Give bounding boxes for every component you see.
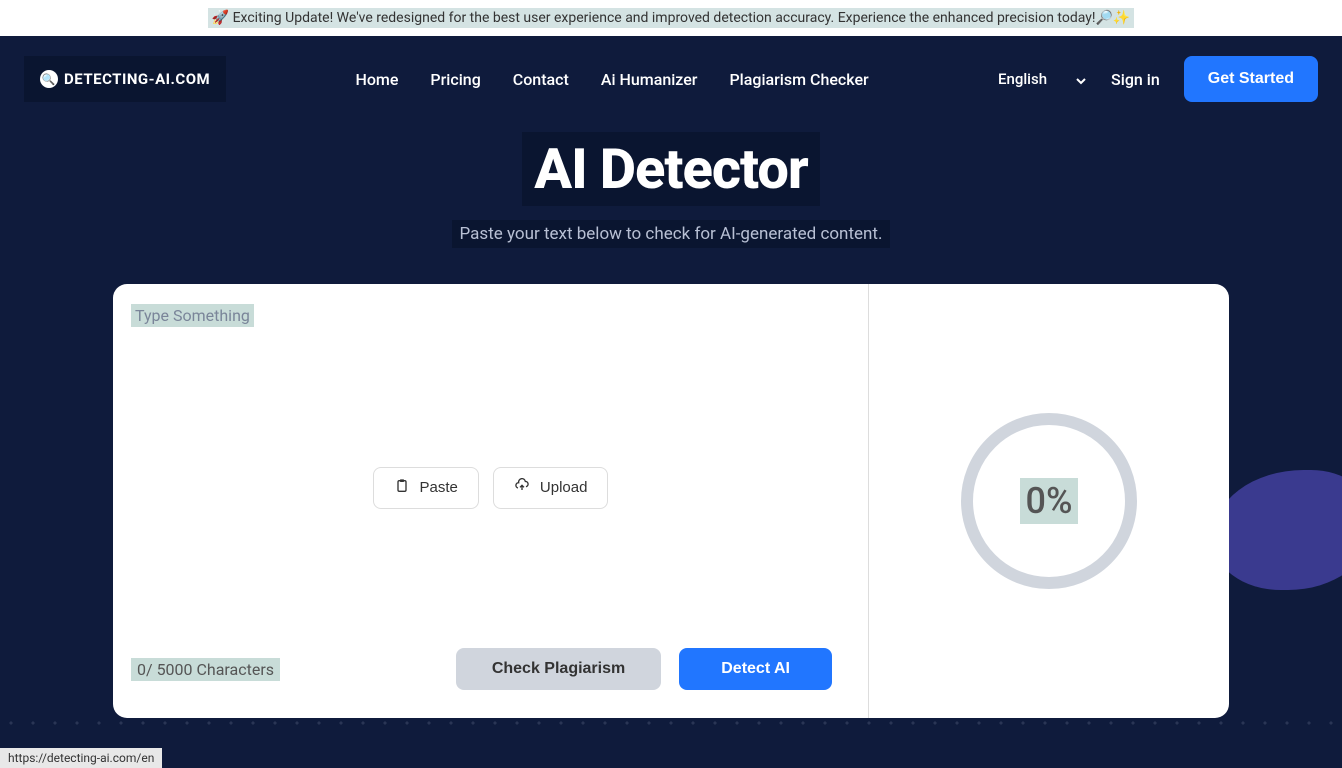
header: 🔍 DETECTING-AI.COM Home Pricing Contact … <box>0 36 1342 122</box>
editor-panel: Type Something Paste Upload 0/ 5000 Char… <box>113 284 869 718</box>
get-started-button[interactable]: Get Started <box>1184 56 1318 102</box>
gauge-percent: 0% <box>1020 478 1079 524</box>
upload-button[interactable]: Upload <box>493 467 609 509</box>
nav-home[interactable]: Home <box>355 70 398 89</box>
cloud-upload-icon <box>514 478 530 498</box>
chevron-down-icon <box>1075 73 1087 85</box>
char-count: 0/ 5000 Characters <box>131 658 280 681</box>
decorative-blob <box>1212 470 1342 590</box>
detect-ai-button[interactable]: Detect AI <box>679 648 832 690</box>
nav-humanizer[interactable]: Ai Humanizer <box>601 70 698 89</box>
nav-plagiarism[interactable]: Plagiarism Checker <box>729 70 868 89</box>
result-panel: 0% <box>869 284 1229 718</box>
check-plagiarism-button[interactable]: Check Plagiarism <box>456 648 661 690</box>
nav-contact[interactable]: Contact <box>513 70 569 89</box>
paste-label: Paste <box>420 479 458 496</box>
header-right: English Sign in Get Started <box>998 56 1318 102</box>
language-label: English <box>998 70 1047 88</box>
hero: AI Detector Paste your text below to che… <box>0 132 1342 248</box>
result-gauge: 0% <box>961 413 1137 589</box>
page-title: AI Detector <box>522 132 820 206</box>
language-select[interactable]: English <box>998 70 1087 88</box>
main-nav: Home Pricing Contact Ai Humanizer Plagia… <box>355 70 868 89</box>
editor-footer: 0/ 5000 Characters Check Plagiarism Dete… <box>149 648 832 690</box>
primary-actions: Check Plagiarism Detect AI <box>456 648 832 690</box>
status-bar-url: https://detecting-ai.com/en <box>0 748 162 768</box>
detector-card: Type Something Paste Upload 0/ 5000 Char… <box>113 284 1229 718</box>
clipboard-icon <box>394 478 410 498</box>
editor-actions: Paste Upload <box>149 327 832 648</box>
announcement-banner: 🚀 Exciting Update! We've redesigned for … <box>0 0 1342 36</box>
signin-link[interactable]: Sign in <box>1111 70 1160 89</box>
page-subtitle: Paste your text below to check for AI-ge… <box>452 220 891 248</box>
upload-label: Upload <box>540 479 588 496</box>
logo-text: DETECTING-AI.COM <box>64 70 210 88</box>
text-input[interactable]: Type Something <box>131 304 254 327</box>
logo[interactable]: 🔍 DETECTING-AI.COM <box>24 56 226 102</box>
paste-button[interactable]: Paste <box>373 467 479 509</box>
announcement-text: 🚀 Exciting Update! We've redesigned for … <box>208 8 1135 28</box>
search-icon: 🔍 <box>40 70 58 88</box>
nav-pricing[interactable]: Pricing <box>430 70 480 89</box>
